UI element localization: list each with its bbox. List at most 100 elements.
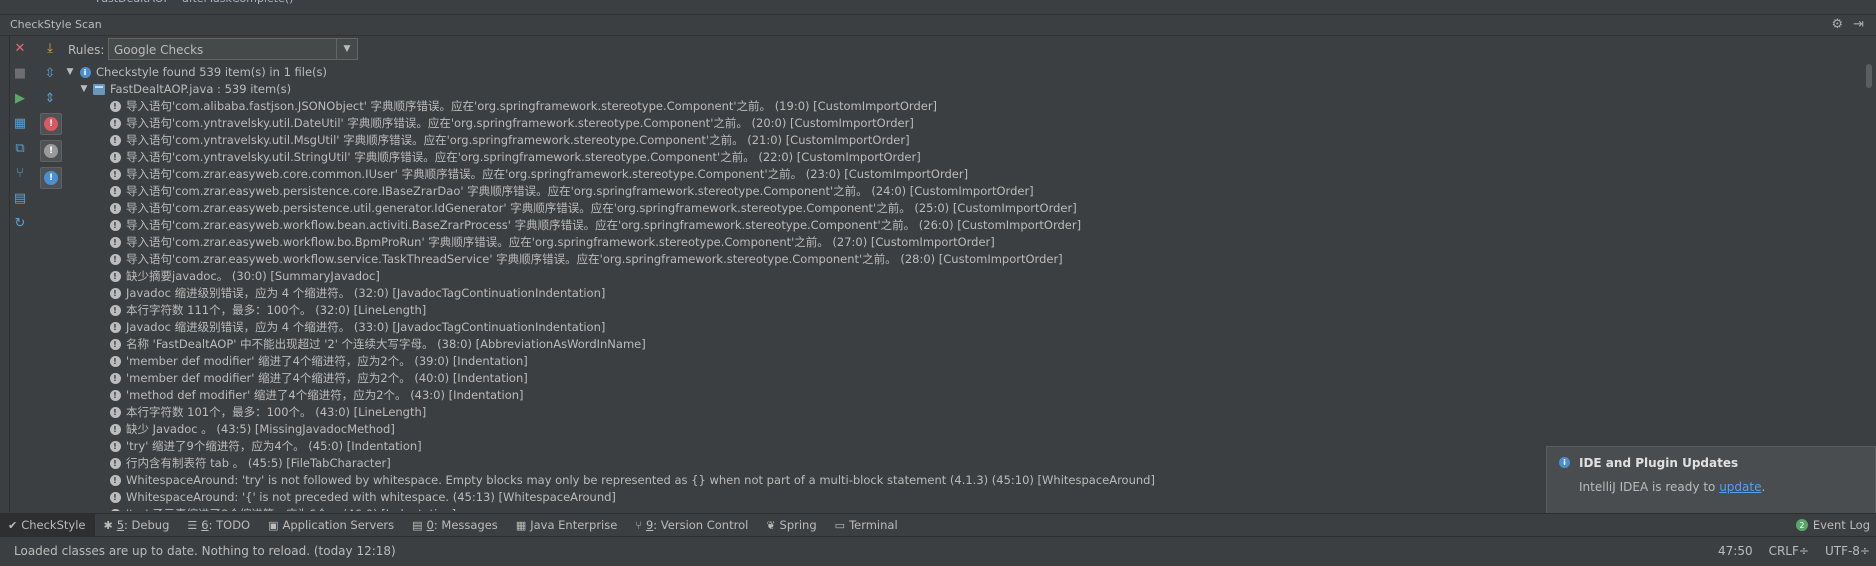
filter-info-toggle[interactable]: !: [40, 167, 62, 189]
vertical-scrollbar-thumb[interactable]: [1866, 64, 1872, 88]
tree-item-label: 'member def modifier' 缩进了4个缩进符，应为2个。 (39…: [126, 354, 528, 368]
toolbar-primary: ✕ ■ ▶ ▦ ⧉ ⑂ ▤ ↻: [10, 38, 32, 298]
tree-item-row[interactable]: ! 本行字符数 111个，最多：100个。 (32:0) [LineLength]: [64, 302, 1864, 319]
tree-item-row[interactable]: ! 'member def modifier' 缩进了4个缩进符，应为2个。 (3…: [64, 353, 1864, 370]
tool-tab-number: 5: [116, 518, 125, 532]
warning-icon: !: [109, 271, 121, 282]
tool-tab-icon: ⑂: [635, 518, 642, 532]
tree-item-row[interactable]: ! Javadoc 缩进级别错误，应为 4 个缩进符。 (32:0) [Javad…: [64, 285, 1864, 302]
tool-tab[interactable]: ▣ Application Servers: [260, 514, 404, 536]
tree-item-label: 缺少 Javadoc 。 (43:5) [MissingJavadocMetho…: [126, 422, 395, 436]
tree-file-label: FastDealtAOP.java : 539 item(s): [110, 82, 292, 96]
tree-item-label: 本行字符数 111个，最多：100个。 (32:0) [LineLength]: [126, 303, 427, 317]
tool-tab[interactable]: ▭ Terminal: [827, 514, 908, 536]
tool-tab-label: 0: Messages: [427, 518, 498, 532]
tool-tab[interactable]: ▦ Java Enterprise: [508, 514, 628, 536]
tree-file-row[interactable]: ▼ FastDealtAOP.java : 539 item(s): [64, 81, 1864, 98]
stop-icon[interactable]: ■: [10, 63, 30, 83]
tree-item-row[interactable]: ! Javadoc 缩进级别错误，应为 4 个缩进符。 (33:0) [Javad…: [64, 319, 1864, 336]
tool-tab[interactable]: ⑂ 9: Version Control: [627, 514, 758, 536]
tree-item-label: 本行字符数 101个，最多：100个。 (43:0) [LineLength]: [126, 405, 427, 419]
tool-tab[interactable]: ✔ CheckStyle: [0, 514, 96, 536]
file-encoding[interactable]: UTF-8÷: [1825, 544, 1870, 558]
tree-item-label: 导入语句'com.zrar.easyweb.workflow.service.T…: [126, 252, 1063, 266]
toolbar-secondary: ⤓ ⇳ ⇕ ! ! !: [40, 38, 62, 208]
tool-tab-icon: ❦: [766, 518, 776, 532]
error-icon: !: [44, 117, 58, 131]
close-icon[interactable]: ✕: [10, 38, 30, 58]
info-icon: i: [1559, 457, 1570, 468]
tool-tab-text: : Debug: [124, 518, 170, 532]
tree-item-row[interactable]: ! 导入语句'com.yntravelsky.util.MsgUtil' 字典顺序…: [64, 132, 1864, 149]
tool-tab[interactable]: ❦ Spring: [758, 514, 826, 536]
scan-vcs-changes-icon[interactable]: ⑂: [10, 163, 30, 183]
tree-item-row[interactable]: ! 导入语句'com.zrar.easyweb.persistence.core.…: [64, 183, 1864, 200]
tree-item-row[interactable]: ! 'member def modifier' 缩进了4个缩进符，应为2个。 (4…: [64, 370, 1864, 387]
tree-item-label: 导入语句'com.alibaba.fastjson.JSONObject' 字典…: [126, 99, 938, 113]
event-log-button[interactable]: 2 Event Log: [1795, 514, 1870, 536]
tree-item-row[interactable]: ! 名称 'FastDealtAOP' 中不能出现超过 '2' 个连续大写字母。 …: [64, 336, 1864, 353]
tree-item-row[interactable]: ! 导入语句'com.yntravelsky.util.DateUtil' 字典顺…: [64, 115, 1864, 132]
breadcrumb-item[interactable]: FastDealtAOP: [96, 0, 170, 5]
tree-root-row[interactable]: ▼ i Checkstyle found 539 item(s) in 1 fi…: [64, 64, 1864, 81]
tree-item-row[interactable]: ! 导入语句'com.zrar.easyweb.persistence.util.…: [64, 200, 1864, 217]
tool-tab-text: CheckStyle: [21, 518, 86, 532]
refresh-icon[interactable]: ↻: [10, 213, 30, 233]
tool-tab-number: 0: [426, 518, 434, 532]
hide-panel-icon[interactable]: ⇥: [1853, 17, 1864, 33]
warning-icon: !: [109, 356, 121, 367]
tool-tab-text: Java Enterprise: [530, 518, 618, 532]
update-link[interactable]: update: [1719, 480, 1761, 494]
expand-all-icon[interactable]: ⇳: [40, 63, 60, 83]
line-separator[interactable]: CRLF÷: [1769, 544, 1809, 558]
warning-icon: !: [109, 322, 121, 333]
rules-dropdown[interactable]: Google Checks ▼: [108, 38, 358, 60]
tool-tab[interactable]: ▤ 0: Messages: [404, 514, 508, 536]
tree-item-label: 'try' 子元素缩进了8个缩进符，应为6个。 (46:0) [Indentat…: [126, 506, 456, 511]
breadcrumb-item[interactable]: afterTaskComplete(): [182, 0, 293, 5]
tree-item-row[interactable]: ! 'method def modifier' 缩进了4个缩进符，应为2个。 (4…: [64, 387, 1864, 404]
tree-item-row[interactable]: ! 导入语句'com.zrar.easyweb.core.common.IUser…: [64, 166, 1864, 183]
scan-project-icon[interactable]: ⧉: [10, 138, 30, 158]
chevron-down-icon[interactable]: ▼: [336, 39, 357, 59]
tree-item-row[interactable]: ! 导入语句'com.zrar.easyweb.workflow.bean.act…: [64, 217, 1864, 234]
tree-item-row[interactable]: ! 缺少摘要javadoc。 (30:0) [SummaryJavadoc]: [64, 268, 1864, 285]
cursor-position[interactable]: 47:50: [1718, 544, 1753, 558]
collapse-all-icon[interactable]: ⇕: [40, 88, 60, 108]
tool-tab[interactable]: ✱ 5: Debug: [95, 514, 179, 536]
tool-tab-label: 5: Debug: [117, 518, 170, 532]
tree-item-row[interactable]: ! 导入语句'com.alibaba.fastjson.JSONObject' 字…: [64, 98, 1864, 115]
java-file-icon: [93, 84, 105, 95]
tree-item-row[interactable]: ! 导入语句'com.yntravelsky.util.StringUtil' 字…: [64, 149, 1864, 166]
expand-arrow-icon[interactable]: ▼: [78, 81, 90, 98]
tree-item-label: 导入语句'com.yntravelsky.util.MsgUtil' 字典顺序错…: [126, 133, 910, 147]
tree-item-label: WhitespaceAround: '{' is not preceded wi…: [126, 490, 616, 504]
tree-item-label: 导入语句'com.zrar.easyweb.persistence.core.I…: [126, 184, 1034, 198]
scan-module-icon[interactable]: ▦: [10, 113, 30, 133]
filter-warnings-toggle[interactable]: !: [40, 140, 62, 162]
settings-gear-icon[interactable]: ⚙: [1831, 17, 1843, 33]
warning-icon: !: [109, 509, 121, 511]
run-scan-icon[interactable]: ▶: [10, 88, 30, 108]
tool-tab-label: 9: Version Control: [646, 518, 748, 532]
tool-tab-text: : TODO: [208, 518, 251, 532]
tree-item-label: 'try' 缩进了9个缩进符，应为4个。 (45:0) [Indentation…: [126, 439, 422, 453]
tree-item-row[interactable]: ! 缺少 Javadoc 。 (43:5) [MissingJavadocMeth…: [64, 421, 1864, 438]
scan-files-icon[interactable]: ▤: [10, 188, 30, 208]
tool-tab[interactable]: ☰ 6: TODO: [179, 514, 260, 536]
tree-item-label: Javadoc 缩进级别错误，应为 4 个缩进符。 (32:0) [Javado…: [126, 286, 606, 300]
tree-item-row[interactable]: ! 本行字符数 101个，最多：100个。 (43:0) [LineLength]: [64, 404, 1864, 421]
tree-item-label: Javadoc 缩进级别错误，应为 4 个缩进符。 (33:0) [Javado…: [126, 320, 606, 334]
expand-arrow-icon[interactable]: ▼: [64, 64, 76, 81]
breadcrumb: FastDealtAOP afterTaskComplete(): [0, 0, 1876, 8]
status-bar: Loaded classes are up to date. Nothing t…: [0, 536, 1876, 566]
tree-item-row[interactable]: ! 导入语句'com.zrar.easyweb.workflow.bo.BpmPr…: [64, 234, 1864, 251]
export-icon[interactable]: ⤓: [40, 38, 60, 58]
tool-tab-text: : Messages: [433, 518, 498, 532]
rules-label: Rules:: [68, 43, 105, 57]
tree-item-label: WhitespaceAround: 'try' is not followed …: [126, 473, 1155, 487]
tool-tab-label: Application Servers: [283, 518, 395, 532]
filter-errors-toggle[interactable]: !: [40, 113, 62, 135]
tree-item-row[interactable]: ! 导入语句'com.zrar.easyweb.workflow.service.…: [64, 251, 1864, 268]
tool-tab-icon: ▦: [515, 518, 527, 532]
